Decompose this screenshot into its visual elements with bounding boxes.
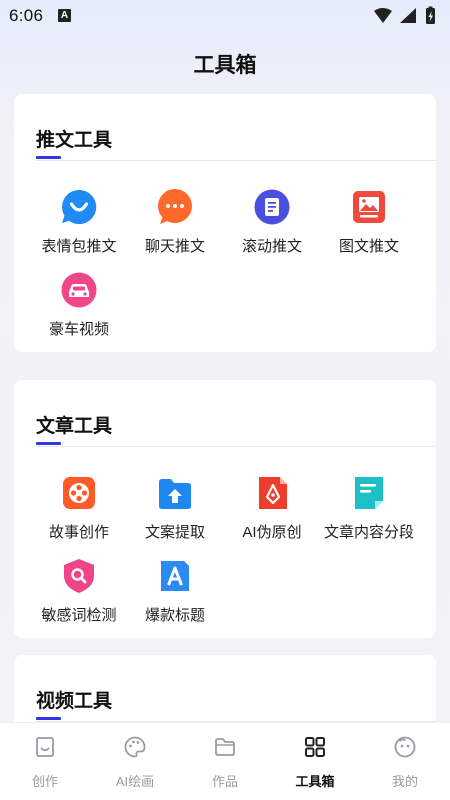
section-divider [36,446,436,447]
status-bar: 6:06 A [0,0,450,32]
tool-image-text-tweet[interactable]: 图文推文 [319,189,419,269]
nav-label: 作品 [211,774,238,789]
film-reel-icon [63,477,95,509]
tools-scroll-area[interactable]: 推文工具 表情包推文 聊天推文 滚动推文 图文推文 豪车视频 文章工具 故事创作… [0,94,450,722]
tool-label: AI伪原创 [242,524,302,541]
tool-emoji-tweet[interactable]: 表情包推文 [29,189,129,269]
tool-story-creation[interactable]: 故事创作 [29,475,129,555]
battery-icon [426,6,435,24]
signal-icon [400,8,416,23]
palette-icon [124,736,146,758]
status-icons [374,6,435,24]
tool-luxury-car-video[interactable]: 豪车视频 [29,272,129,352]
tool-label: 聊天推文 [144,238,205,255]
image-icon [353,191,385,223]
section-card-article-tools: 文章工具 故事创作 文案提取 AI伪原创 文章内容分段 敏感词检测 爆款标题 [14,380,436,638]
nav-label: 我的 [391,774,418,789]
tool-label: 故事创作 [48,524,109,541]
tool-article-segmentation[interactable]: 文章内容分段 [319,475,419,555]
tool-label: 文案提取 [144,524,205,541]
folder-upload-icon [159,479,191,509]
profile-face-icon [394,736,416,758]
pen-nib-icon [259,477,287,509]
grid-icon [305,737,325,757]
nav-label: AI绘画 [115,774,155,789]
tool-label: 滚动推文 [241,238,302,255]
tool-copy-extraction[interactable]: 文案提取 [125,475,225,555]
document-icon [254,189,290,225]
wifi-icon [374,8,392,23]
section-divider [36,160,436,161]
tool-label: 图文推文 [338,238,399,255]
section-title: 推文工具 [36,130,113,151]
section-title-underline [36,156,61,159]
nav-item-mine[interactable]: 我的 [360,723,450,800]
tool-ai-pseudo-original[interactable]: AI伪原创 [222,475,322,555]
letter-a-icon [161,561,189,591]
section-title: 文章工具 [36,416,113,437]
nav-item-create[interactable]: 创作 [0,723,90,800]
folder-icon [215,738,235,756]
smile-bubble-icon [62,189,97,224]
tool-chat-tweet[interactable]: 聊天推文 [125,189,225,269]
status-time: 6:06 [9,6,44,25]
bottom-nav: 创作 AI绘画 作品 工具箱 我的 [0,722,450,800]
nav-label: 工具箱 [295,774,335,789]
tool-label: 敏感词检测 [41,607,117,624]
create-bag-icon [36,737,54,757]
section-card-video-tools: 视频工具 [14,655,436,722]
page-title: 工具箱 [193,54,257,77]
car-icon [61,272,97,308]
nav-item-works[interactable]: 作品 [180,723,270,800]
tool-label: 爆款标题 [144,607,205,624]
section-title-underline [36,717,61,720]
tool-label: 文章内容分段 [323,524,414,541]
tool-viral-title[interactable]: 爆款标题 [125,558,225,638]
section-title: 视频工具 [36,691,113,712]
nav-label: 创作 [31,774,58,789]
tool-label: 表情包推文 [41,238,117,255]
nav-item-toolbox[interactable]: 工具箱 [270,723,360,800]
shield-search-icon [64,559,94,593]
notification-a-icon: A [58,9,71,22]
text-doc-icon [355,477,383,509]
chat-bubble-icon [158,189,192,224]
nav-item-ai-painting[interactable]: AI绘画 [90,723,180,800]
section-card-tweet-tools: 推文工具 表情包推文 聊天推文 滚动推文 图文推文 豪车视频 [14,94,436,352]
tool-scroll-tweet[interactable]: 滚动推文 [222,189,322,269]
section-title-underline [36,442,61,445]
tool-sensitive-word-check[interactable]: 敏感词检测 [29,558,129,638]
tool-label: 豪车视频 [48,321,109,338]
